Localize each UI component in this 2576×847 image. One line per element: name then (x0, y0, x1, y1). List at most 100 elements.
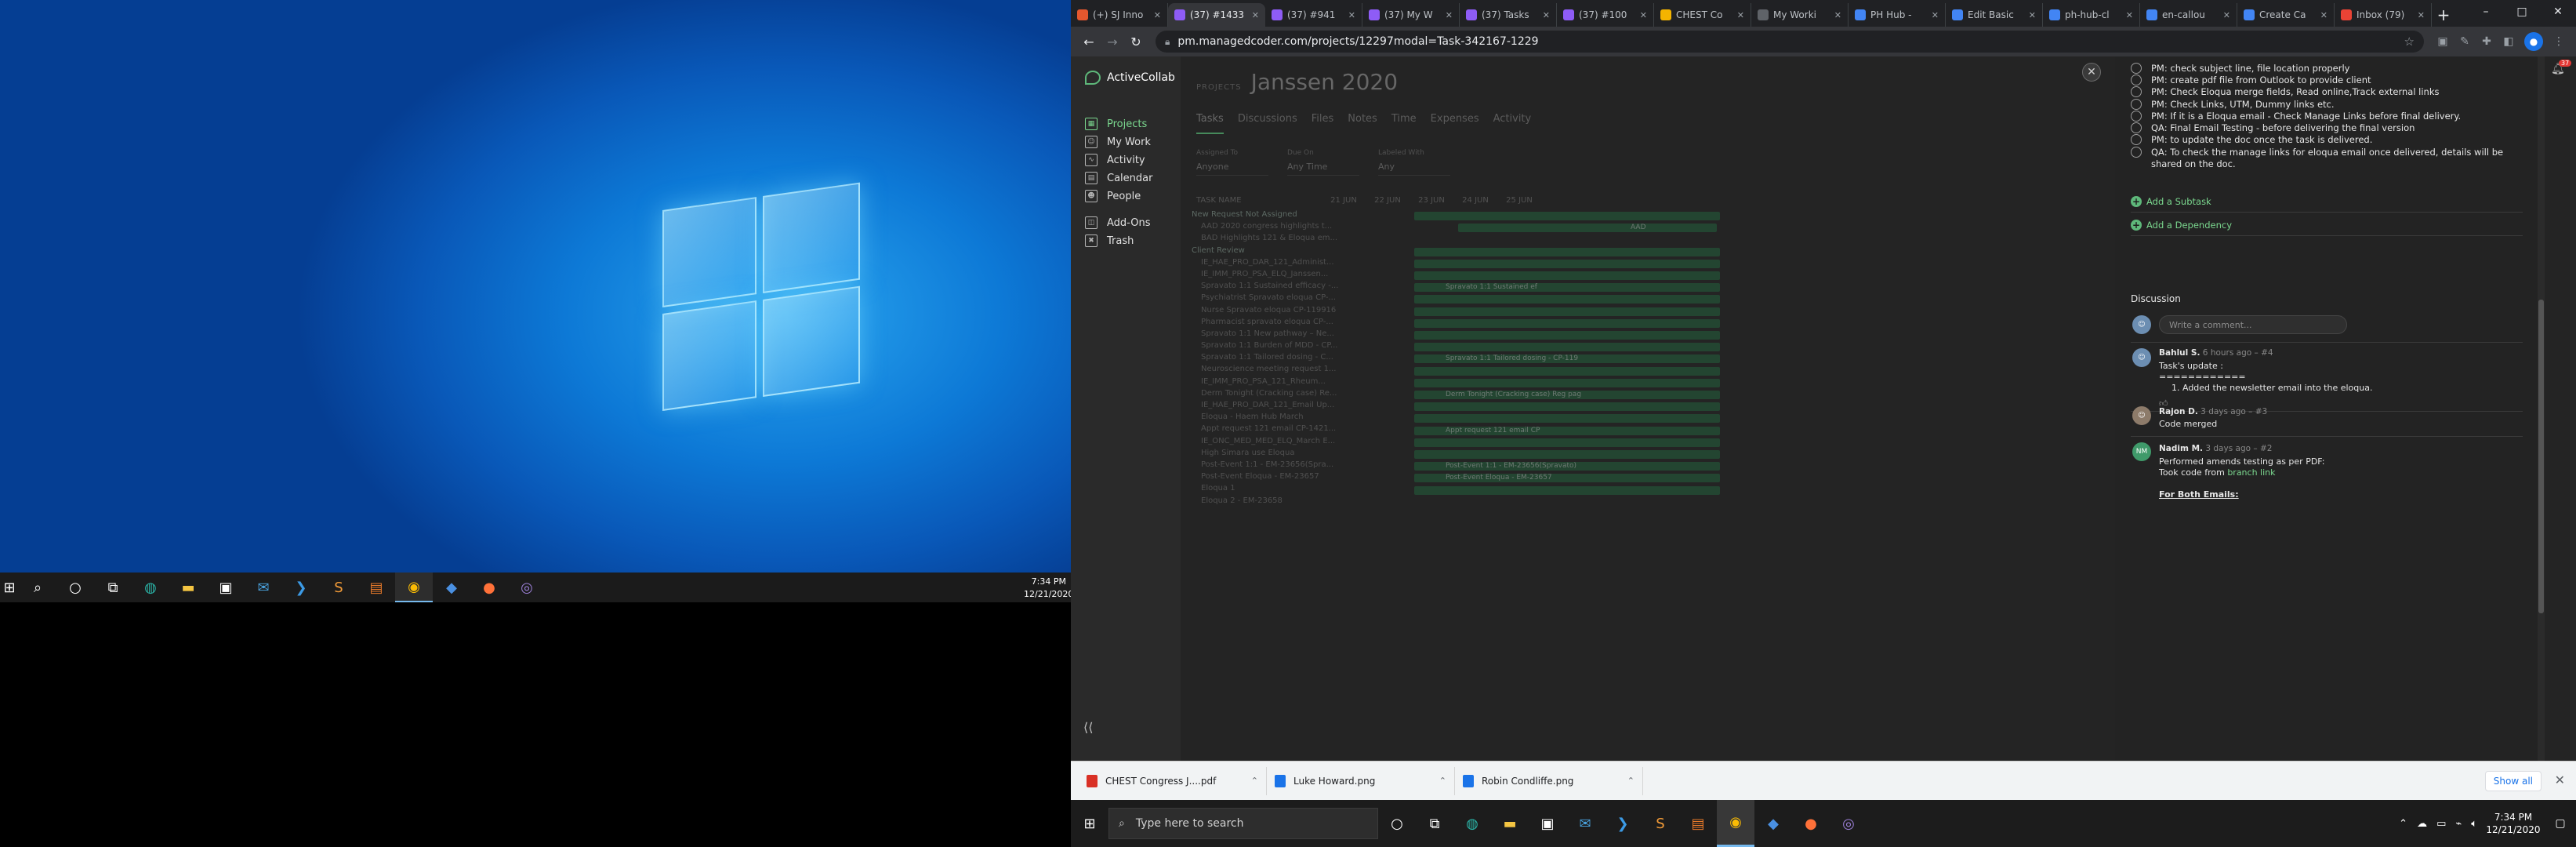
network-icon[interactable]: ⌁ (2455, 818, 2462, 830)
address-bar[interactable]: 🔒︎ pm.managedcoder.com/projects/12297mod… (1156, 31, 2424, 53)
minimize-button[interactable]: – (2468, 0, 2504, 24)
browser-tab[interactable]: Edit Basic ✕ (1946, 3, 2043, 27)
chrome-icon[interactable]: ◉ (395, 573, 433, 602)
subtask-checkbox[interactable] (2131, 147, 2142, 158)
modal-scrollbar[interactable] (2538, 56, 2545, 761)
battery-icon[interactable]: ▭ (2436, 818, 2446, 830)
download-item[interactable]: Luke Howard.png ⌃ (1267, 766, 1455, 795)
browser-tab[interactable]: (37) #941 ✕ (1265, 3, 1362, 27)
tab-close-icon[interactable]: ✕ (2223, 10, 2230, 20)
subtask-text[interactable]: PM: to update the doc once the task is d… (2151, 134, 2372, 146)
eyedropper-extension-icon[interactable]: ✎ (2454, 31, 2476, 53)
notifications-bell-icon[interactable]: 🔔︎ 37 (2551, 60, 2572, 80)
tab-close-icon[interactable]: ✕ (1932, 10, 1939, 20)
reload-button[interactable]: ↻ (1124, 30, 1148, 53)
extensions-puzzle-icon[interactable]: ✚ (2476, 31, 2498, 53)
subtask-checkbox[interactable] (2131, 111, 2142, 122)
tab-close-icon[interactable]: ✕ (1252, 10, 1259, 20)
comment-time[interactable]: 3 days ago – #2 (2205, 444, 2272, 453)
vscode-icon[interactable]: ❯ (282, 573, 320, 602)
add-subtask-button[interactable]: + Add a Subtask (2131, 196, 2211, 207)
subtask-text[interactable]: PM: Check Eloqua merge fields, Read onli… (2151, 86, 2440, 98)
tab-close-icon[interactable]: ✕ (1154, 10, 1161, 20)
subtask-text[interactable]: PM: create pdf file from Outlook to prov… (2151, 75, 2371, 86)
subtask-checkbox[interactable] (2131, 134, 2142, 145)
chevron-up-icon[interactable]: ⌃ (1627, 776, 1634, 786)
browser-tab[interactable]: (37) #100 ✕ (1557, 3, 1654, 27)
firefox-icon[interactable]: ● (470, 573, 508, 602)
comment-author[interactable]: Nadim M. (2159, 444, 2203, 453)
close-download-shelf-icon[interactable]: ✕ (2555, 772, 2565, 787)
cortana-icon[interactable]: ○ (1378, 800, 1416, 847)
tray-chevron-icon[interactable]: ⌃ (2399, 818, 2407, 830)
subtask-text[interactable]: PM: Check Links, UTM, Dummy links etc. (2151, 99, 2335, 111)
download-item[interactable]: CHEST Congress J....pdf ⌃ (1079, 766, 1267, 795)
activecollab-logo[interactable]: ActiveCollab (1085, 71, 1175, 85)
scrollbar-thumb[interactable] (2538, 300, 2544, 613)
tab-close-icon[interactable]: ✕ (1543, 10, 1550, 20)
cortana-icon[interactable]: ○ (56, 573, 94, 602)
firefox-icon[interactable]: ● (1792, 800, 1830, 847)
browser-tab[interactable]: Create Ca ✕ (2237, 3, 2335, 27)
nav-calendar[interactable]: ▤ Calendar (1085, 172, 1152, 184)
pgadmin-icon[interactable]: ▤ (1679, 800, 1717, 847)
chrome-menu-icon[interactable]: ⋮ (2548, 31, 2570, 53)
tab-close-icon[interactable]: ✕ (1640, 10, 1647, 20)
browser-tab[interactable]: (37) #1433 ✕ (1168, 3, 1265, 27)
subtask-checkbox[interactable] (2131, 122, 2142, 133)
comment-time[interactable]: 3 days ago – #3 (2200, 407, 2267, 416)
tab-close-icon[interactable]: ✕ (1834, 10, 1841, 20)
chevron-up-icon[interactable]: ⌃ (1251, 776, 1258, 786)
app-purple-icon[interactable]: ◎ (1830, 800, 1867, 847)
nav-my-work[interactable]: ☺ My Work (1085, 136, 1151, 148)
nav-trash[interactable]: ✖ Trash (1085, 234, 1134, 247)
chevron-up-icon[interactable]: ⌃ (1439, 776, 1446, 786)
tab-close-icon[interactable]: ✕ (2320, 10, 2327, 20)
tab-close-icon[interactable]: ✕ (2126, 10, 2133, 20)
collapse-sidebar-icon[interactable]: ⟨⟨ (1083, 720, 1093, 735)
store-icon[interactable]: ▣ (207, 573, 245, 602)
store-icon[interactable]: ▣ (1529, 800, 1566, 847)
browser-tab[interactable]: en-callou ✕ (2140, 3, 2237, 27)
profile-avatar[interactable]: ● (2524, 32, 2543, 51)
tab-close-icon[interactable]: ✕ (1446, 10, 1453, 20)
forward-button[interactable]: → (1101, 30, 1124, 53)
tray-app-icon[interactable]: ☁ (2417, 818, 2427, 830)
bookmark-star-icon[interactable]: ☆ (2404, 35, 2415, 49)
browser-tab[interactable]: PH Hub - ✕ (1849, 3, 1946, 27)
action-center-icon[interactable]: ▢ (2545, 817, 2576, 830)
app-blue-icon[interactable]: ◆ (1754, 800, 1792, 847)
subtask-checkbox[interactable] (2131, 99, 2142, 110)
download-item[interactable]: Robin Condliffe.png ⌃ (1455, 766, 1643, 795)
taskbar-search-box[interactable]: ⌕ Type here to search (1108, 808, 1378, 839)
subtask-checkbox[interactable] (2131, 86, 2142, 97)
vscode-icon[interactable]: ❯ (1604, 800, 1642, 847)
subtask-text[interactable]: PM: If it is a Eloqua email - Check Mana… (2151, 111, 2461, 122)
branch-link[interactable]: branch link (2227, 467, 2275, 478)
mail-icon[interactable]: ✉ (1566, 800, 1604, 847)
app-blue-icon[interactable]: ◆ (433, 573, 470, 602)
subtask-text[interactable]: QA: To check the manage links for eloqua… (2151, 147, 2523, 170)
camera-extension-icon[interactable]: ▣ (2432, 31, 2454, 53)
browser-tab[interactable]: My Worki ✕ (1751, 3, 1849, 27)
sublime-icon[interactable]: S (1642, 800, 1679, 847)
extension-icon[interactable]: ◧ (2498, 31, 2520, 53)
edge-icon[interactable]: ◍ (1453, 800, 1491, 847)
subtask-text[interactable]: PM: check subject line, file location pr… (2151, 63, 2349, 75)
start-button[interactable]: ⊞ (0, 573, 19, 602)
subtask-text[interactable]: QA: Final Email Testing - before deliver… (2151, 122, 2415, 134)
browser-tab[interactable]: (37) Tasks ✕ (1460, 3, 1557, 27)
file-explorer-icon[interactable]: ▬ (1491, 800, 1529, 847)
nav-add-ons[interactable]: ◫ Add-Ons (1085, 216, 1150, 229)
search-icon[interactable]: ⌕ (19, 573, 56, 602)
subtask-checkbox[interactable] (2131, 63, 2142, 74)
browser-tab[interactable]: Inbox (79) ✕ (2335, 3, 2432, 27)
back-button[interactable]: ← (1077, 30, 1101, 53)
nav-activity[interactable]: ∿ Activity (1085, 154, 1145, 166)
nav-projects[interactable]: ▦ Projects (1085, 118, 1147, 130)
new-tab-button[interactable]: + (2432, 3, 2455, 27)
maximize-button[interactable]: □ (2504, 0, 2540, 24)
right-clock[interactable]: 7:34 PM 12/21/2020 (2482, 811, 2545, 836)
tab-close-icon[interactable]: ✕ (2029, 10, 2036, 20)
close-modal-button[interactable]: ✕ (2082, 63, 2101, 82)
